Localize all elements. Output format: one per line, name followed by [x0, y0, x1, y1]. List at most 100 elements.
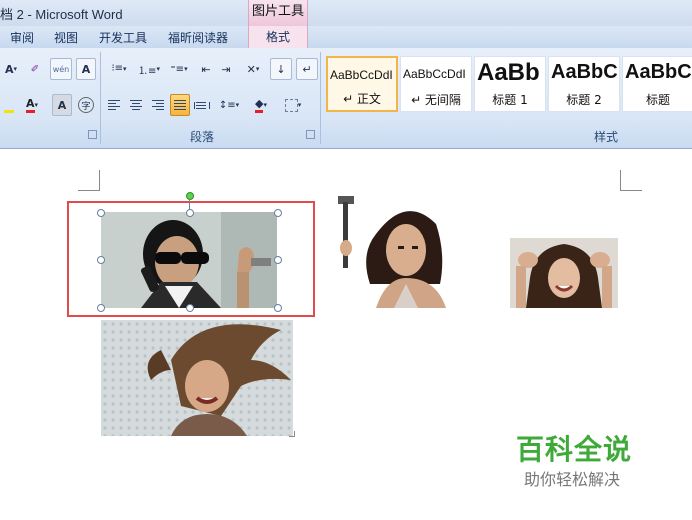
highlighter-icon: [4, 109, 14, 113]
image-woman-hands-head[interactable]: [510, 238, 618, 308]
resize-handle-nw[interactable]: [97, 209, 105, 217]
character-shading-icon: A: [57, 98, 67, 112]
resize-handle-n[interactable]: [186, 209, 194, 217]
align-right-button[interactable]: [148, 94, 168, 116]
style-heading-2[interactable]: AaBbC 标题 2: [548, 56, 620, 112]
style-preview: AaBbCcDdI: [403, 67, 466, 81]
distributed-icon: [194, 101, 210, 109]
window-title: 档 2 - Microsoft Word: [0, 7, 123, 22]
margin-mark: [78, 190, 100, 191]
ribbon-tabs: 审阅 视图 开发工具 福昕阅读器 格式: [0, 26, 692, 49]
resize-handle-e[interactable]: [274, 256, 282, 264]
highlight-color-button[interactable]: [0, 94, 18, 116]
paragraph-group-label: 段落: [190, 130, 215, 144]
style-name: 标题 1: [492, 93, 528, 107]
line-spacing-button[interactable]: ↕≡ ▾: [214, 94, 244, 116]
chinese-layout-icon: ✕: [246, 62, 256, 76]
align-left-icon: [108, 100, 120, 110]
paint-bucket-icon: ◆: [255, 97, 264, 113]
style-no-spacing[interactable]: AaBbCcDdI ↵ 无间隔: [400, 56, 472, 112]
shrink-font-icon: A: [4, 62, 14, 76]
tab-format[interactable]: 格式: [248, 26, 308, 48]
rotate-handle[interactable]: [186, 192, 194, 200]
font-dialog-launcher-icon[interactable]: [88, 130, 97, 139]
shrink-font-button[interactable]: A ▾: [0, 58, 22, 80]
style-name: ↵ 无间隔: [411, 93, 461, 107]
title-bar: 档 2 - Microsoft Word 图片工具: [0, 0, 692, 26]
borders-button[interactable]: ▾: [278, 94, 308, 116]
tab-review[interactable]: 审阅: [10, 29, 34, 46]
style-name: 标题 2: [566, 93, 602, 107]
style-preview: AaBbC: [551, 61, 617, 83]
align-center-icon: [130, 100, 142, 110]
image-woman-wind-hair[interactable]: [101, 320, 293, 436]
watermark-title: 百科全说: [516, 433, 633, 466]
image-anchor-mark: [289, 431, 295, 437]
resize-handle-sw[interactable]: [97, 304, 105, 312]
eraser-icon: ✐: [30, 63, 40, 75]
group-separator: [320, 52, 321, 144]
resize-handle-s[interactable]: [186, 304, 194, 312]
resize-handle-w[interactable]: [97, 256, 105, 264]
decrease-indent-icon: ⇤: [201, 62, 211, 76]
character-shading-button[interactable]: A: [52, 94, 72, 116]
font-color-icon: A: [25, 97, 35, 113]
tab-view[interactable]: 视图: [54, 29, 78, 46]
ribbon: A ▾ ✐ wén A A ▾ A 字 ⁝≡ ▾ ⒈≡ ▾ ⁼≡ ▾ ⇤ ⇥ ✕ ▾ ↓: [0, 48, 692, 149]
style-preview: AaBbCcDdI: [330, 68, 393, 82]
bullets-button[interactable]: ⁝≡ ▾: [104, 58, 134, 80]
woman-wind-hair-illustration: [101, 320, 293, 436]
watermark-subtitle: 助你轻松解决: [524, 470, 621, 489]
style-name: 标题: [645, 93, 670, 107]
decrease-indent-button[interactable]: ⇤: [196, 58, 216, 80]
tab-developer[interactable]: 开发工具: [99, 29, 147, 46]
style-preview: AaBb: [477, 59, 540, 86]
style-title[interactable]: AaBbC 标题: [622, 56, 692, 112]
borders-icon: [284, 98, 298, 112]
resize-handle-se[interactable]: [274, 304, 282, 312]
numbering-button[interactable]: ⒈≡ ▾: [134, 58, 164, 80]
style-preview: AaBbC: [625, 61, 691, 83]
style-normal[interactable]: AaBbCcDdI ↵ 正文: [326, 56, 398, 112]
bullets-icon: ⁝≡: [111, 63, 124, 74]
style-name: ↵ 正文: [343, 92, 381, 106]
show-formatting-marks-button[interactable]: ↵: [296, 58, 318, 80]
increase-indent-button[interactable]: ⇥: [216, 58, 236, 80]
font-color-button[interactable]: A ▾: [18, 94, 46, 116]
margin-mark: [620, 190, 642, 191]
paragraph-mark-icon: ↵: [302, 62, 312, 76]
resize-handle-ne[interactable]: [274, 209, 282, 217]
multilevel-list-icon: ⁼≡: [170, 63, 185, 75]
styles-gallery: AaBbCcDdI ↵ 正文 AaBbCcDdI ↵ 无间隔 AaBb 标题 1…: [326, 56, 692, 112]
align-left-button[interactable]: [104, 94, 124, 116]
sort-icon: ↓: [276, 62, 286, 76]
enclose-characters-icon: 字: [78, 97, 94, 113]
style-heading-1[interactable]: AaBb 标题 1: [474, 56, 546, 112]
sort-button[interactable]: ↓: [270, 58, 292, 80]
distributed-button[interactable]: [192, 94, 212, 116]
multilevel-list-button[interactable]: ⁼≡ ▾: [164, 58, 194, 80]
align-center-button[interactable]: [126, 94, 146, 116]
image-woman-hammer[interactable]: [336, 194, 482, 308]
numbering-icon: ⒈≡: [138, 65, 157, 77]
picture-tools-context-label: 图片工具: [248, 0, 308, 26]
character-border-button[interactable]: A: [76, 58, 96, 80]
margin-mark: [620, 170, 621, 191]
shading-button[interactable]: ◆ ▾: [246, 94, 276, 116]
justify-icon: [174, 100, 186, 110]
character-border-icon: A: [81, 62, 91, 76]
phonetic-guide-icon: wén: [52, 64, 70, 74]
increase-indent-icon: ⇥: [221, 62, 231, 76]
justify-button[interactable]: [170, 94, 190, 116]
styles-group-label: 样式: [594, 130, 619, 144]
clear-format-button[interactable]: ✐: [24, 58, 46, 80]
enclose-characters-button[interactable]: 字: [76, 94, 96, 116]
margin-mark: [99, 170, 100, 191]
group-separator: [100, 52, 101, 144]
line-spacing-icon: ↕≡: [218, 99, 236, 111]
paragraph-dialog-launcher-icon[interactable]: [306, 130, 315, 139]
chinese-layout-button[interactable]: ✕ ▾: [238, 58, 268, 80]
align-right-icon: [152, 100, 164, 110]
tab-foxit-reader[interactable]: 福昕阅读器: [168, 29, 228, 46]
phonetic-guide-button[interactable]: wén: [50, 58, 72, 80]
